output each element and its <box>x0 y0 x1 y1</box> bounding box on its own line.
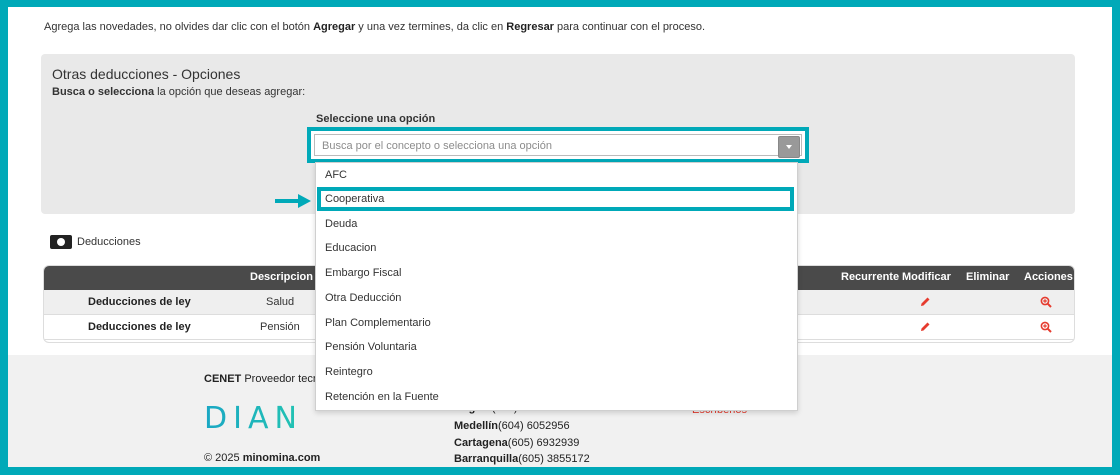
instructions-part: para continuar con el proceso. <box>553 21 706 33</box>
option-select[interactable]: Busca por el concepto o selecciona una o… <box>307 127 809 163</box>
pencil-icon[interactable] <box>919 296 931 308</box>
header-eliminar: Eliminar <box>966 271 1010 283</box>
subtitle-bold: Busca o selecciona <box>52 86 155 98</box>
section-label: Deducciones <box>77 236 141 248</box>
row-tipo: Deducciones de ley <box>88 321 191 333</box>
option-reintegro[interactable]: Reintegro <box>316 360 797 384</box>
option-pension-voluntaria[interactable]: Pensión Voluntaria <box>316 335 797 359</box>
option-afc[interactable]: AFC <box>316 163 797 187</box>
phone-number: (605) 6932939 <box>507 437 580 449</box>
section-title: Deducciones <box>50 235 141 249</box>
pencil-icon[interactable] <box>919 321 931 333</box>
row-descripcion: Salud <box>266 296 295 308</box>
instructions-part: Agrega las novedades, no olvides dar cli… <box>44 21 314 33</box>
phone-city: Cartagena <box>454 437 508 449</box>
header-recurrente: Recurrente <box>841 271 900 283</box>
instructions-regresar: Regresar <box>506 21 554 33</box>
phone-barranquilla: Barranquilla(605) 3855172 <box>454 453 590 465</box>
option-cooperativa[interactable]: Cooperativa <box>317 187 794 211</box>
header-descripcion: Descripcion <box>250 271 313 283</box>
footer-copyright: © 2025 minomina.com <box>204 452 320 464</box>
subtitle-rest: la opción que deseas agregar: <box>154 86 306 98</box>
instructions-part: y una vez termines, da clic en <box>355 21 507 33</box>
option-educacion[interactable]: Educacion <box>316 236 797 260</box>
option-embargo-fiscal[interactable]: Embargo Fiscal <box>316 261 797 285</box>
options-dropdown: AFC Cooperativa Deuda Educacion Embargo … <box>315 162 798 411</box>
phone-number: (605) 3855172 <box>518 453 590 465</box>
instructions-text: Agrega las novedades, no olvides dar cli… <box>44 21 705 33</box>
select-label: Seleccione una opción <box>316 113 436 125</box>
option-deuda[interactable]: Deuda <box>316 212 797 236</box>
phone-city: Medellín <box>454 420 499 432</box>
instructions-agregar: Agregar <box>313 21 356 33</box>
phone-city: Barranquilla <box>454 453 519 465</box>
phone-medellin: Medellín(604) 6052956 <box>454 420 570 432</box>
header-acciones: Acciones <box>1024 271 1073 283</box>
zoom-in-icon[interactable] <box>1040 296 1052 308</box>
company-rest: Proveedor tecno <box>241 373 326 385</box>
phone-cartagena: Cartagena(605) 6932939 <box>454 437 579 449</box>
option-otra-deduccion[interactable]: Otra Deducción <box>316 286 797 310</box>
header-modificar: Modificar <box>902 271 951 283</box>
copyright-site: minomina.com <box>242 452 321 464</box>
money-icon <box>50 235 72 249</box>
company-name: CENET <box>204 373 242 385</box>
chevron-down-icon[interactable] <box>778 136 800 158</box>
arrow-right-icon <box>275 194 311 208</box>
footer-company: CENET Proveedor tecno <box>204 373 325 385</box>
select-placeholder: Busca por el concepto o selecciona una o… <box>322 140 552 152</box>
option-retencion-fuente[interactable]: Retención en la Fuente <box>316 385 797 409</box>
options-title: Otras deducciones - Opciones <box>52 66 241 82</box>
options-subtitle: Busca o selecciona la opción que deseas … <box>52 86 305 98</box>
option-plan-complementario[interactable]: Plan Complementario <box>316 311 797 335</box>
copyright-pre: © 2025 <box>204 452 243 464</box>
select-field[interactable]: Busca por el concepto o selecciona una o… <box>314 134 802 158</box>
phone-number: (604) 6052956 <box>498 420 570 432</box>
zoom-in-icon[interactable] <box>1040 321 1052 333</box>
row-descripcion: Pensión <box>260 321 300 333</box>
row-tipo: Deducciones de ley <box>88 296 191 308</box>
svg-text:DIAN: DIAN <box>204 404 303 432</box>
